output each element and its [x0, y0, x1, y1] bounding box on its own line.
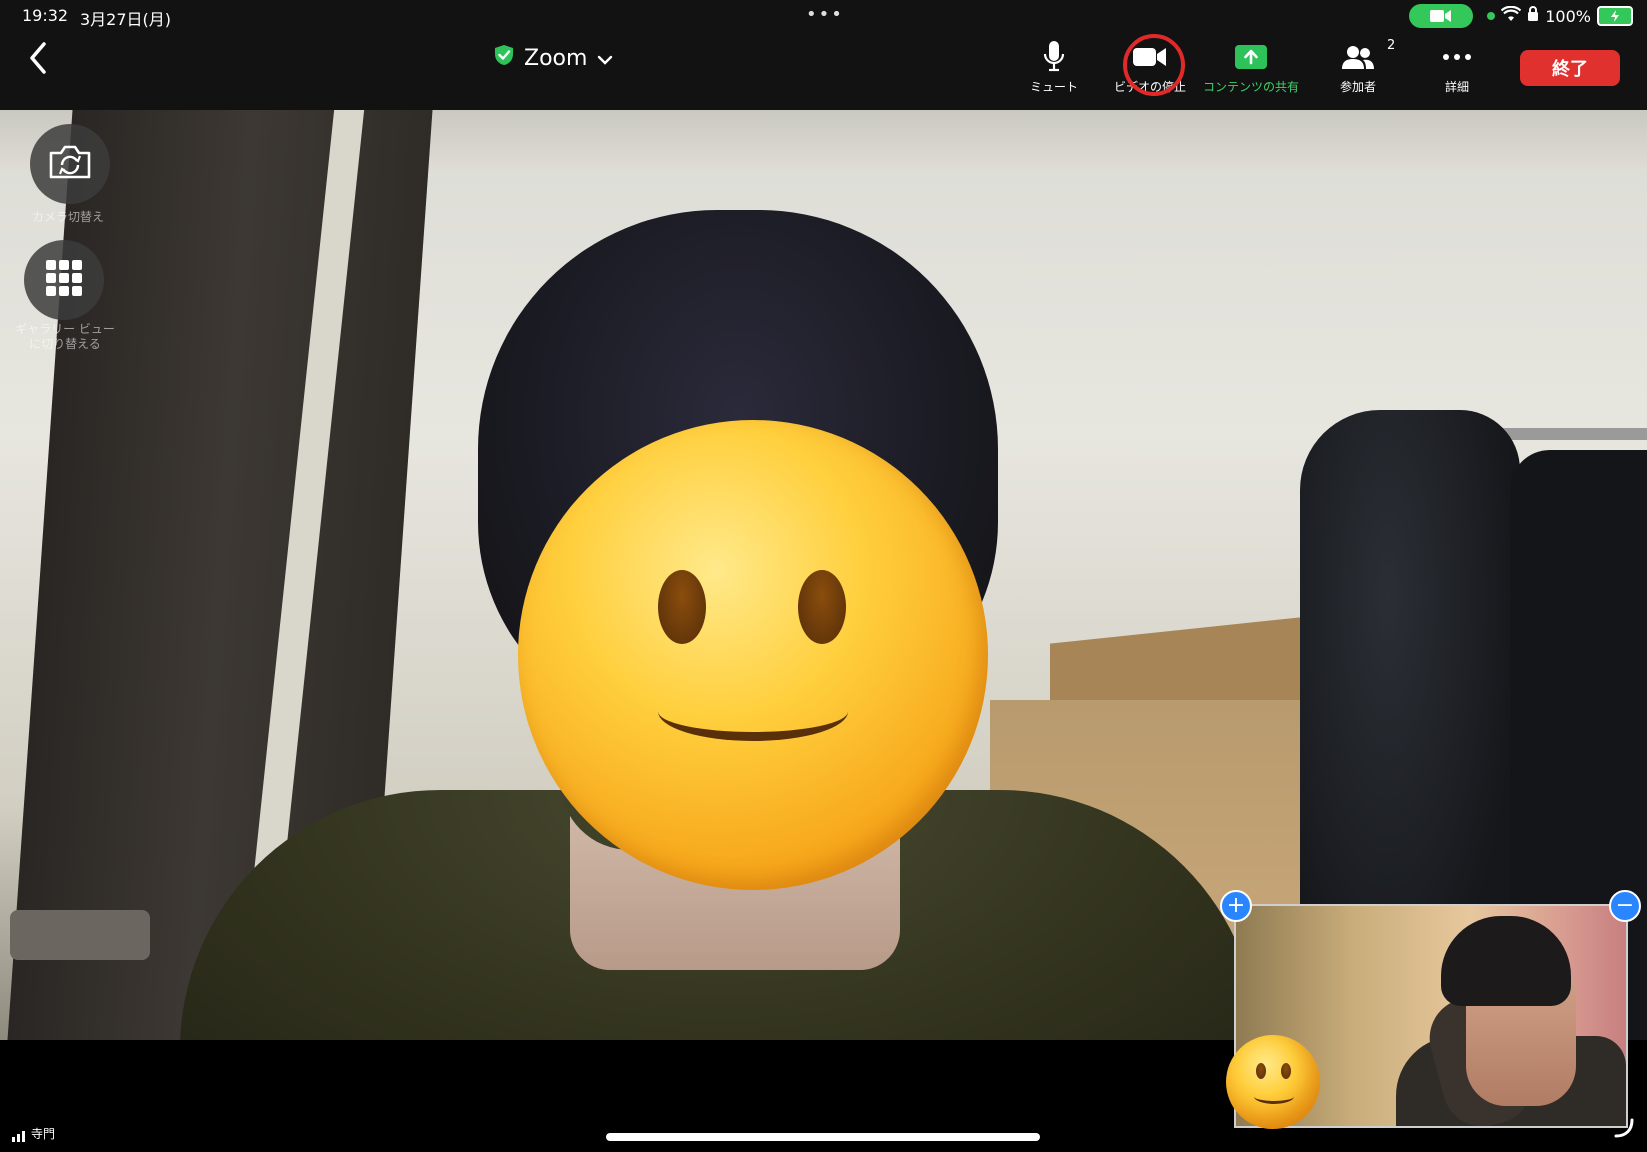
participants-label: 参加者	[1340, 80, 1377, 94]
end-meeting-button[interactable]: 終了	[1520, 50, 1620, 86]
video-camera-icon	[1123, 34, 1185, 96]
emoji-eye	[798, 570, 846, 644]
shield-check-icon	[494, 44, 514, 72]
camera-indicator-dot	[1487, 12, 1496, 20]
emoji-eye	[1256, 1063, 1266, 1079]
gallery-view-label: ギャラリー ビュー に切り替える	[15, 322, 115, 351]
smiley-face-emoji	[518, 420, 988, 890]
chevron-down-icon	[597, 46, 613, 71]
smiley-face-emoji-small	[1226, 1035, 1320, 1129]
pip-hair	[1441, 916, 1571, 1006]
meeting-title: Zoom	[524, 45, 588, 71]
share-content-button[interactable]: コンテンツの共有	[1203, 38, 1299, 95]
network-signal: 寺門	[12, 1125, 55, 1142]
camera-in-use-icon	[1409, 4, 1474, 28]
participants-count: 2	[1387, 38, 1396, 53]
more-icon	[1442, 38, 1472, 76]
camera-switch-icon	[47, 144, 93, 184]
microphone-icon	[1043, 38, 1065, 76]
self-view-person	[1396, 916, 1626, 1126]
meeting-toolbar: Zoom ミュート ビデオの停止 コンテンツの共有 2 参加者 詳細 終了	[0, 32, 1647, 110]
switch-camera-button[interactable]	[30, 124, 110, 204]
door-handle	[10, 910, 150, 960]
status-right-cluster: 100%	[1409, 4, 1633, 28]
wifi-icon	[1501, 5, 1522, 26]
grid-icon	[45, 259, 83, 301]
emoji-mouth	[1254, 1089, 1294, 1104]
mute-label: ミュート	[1030, 80, 1079, 94]
share-screen-icon	[1234, 38, 1268, 76]
switch-camera-label: カメラ切替え	[31, 210, 104, 224]
highlight-ring	[1123, 34, 1185, 96]
participants-icon: 2	[1341, 38, 1395, 76]
minimize-self-view-button[interactable]: −	[1609, 890, 1641, 922]
chevron-left-icon	[28, 42, 48, 78]
resize-corner-icon[interactable]	[1614, 1118, 1634, 1144]
signal-bar	[12, 1137, 15, 1142]
battery-icon	[1597, 6, 1633, 26]
status-bar: 19:32 3月27日(月) ••• 100%	[0, 0, 1647, 32]
status-time: 19:32	[22, 6, 69, 25]
signal-bar	[22, 1131, 25, 1142]
emoji-eye	[1281, 1063, 1291, 1079]
expand-self-view-button[interactable]: +	[1220, 890, 1252, 922]
lock-rotation-icon	[1527, 6, 1539, 26]
more-button[interactable]: 詳細	[1442, 38, 1472, 95]
emoji-eye	[658, 570, 706, 644]
battery-percent: 100%	[1545, 6, 1591, 26]
emoji-mouth	[658, 682, 848, 741]
gallery-view-button[interactable]	[24, 240, 104, 320]
share-content-label: コンテンツの共有	[1203, 80, 1300, 94]
more-label: 詳細	[1444, 80, 1469, 94]
multitask-dots[interactable]: •••	[806, 4, 844, 25]
signal-owner-label: 寺門	[31, 1127, 56, 1141]
mute-button[interactable]: ミュート	[1030, 38, 1078, 95]
status-date: 3月27日(月)	[80, 10, 172, 29]
home-indicator[interactable]	[606, 1133, 1040, 1141]
participants-button[interactable]: 2 参加者	[1340, 38, 1395, 95]
stop-video-button[interactable]: ビデオの停止	[1114, 34, 1186, 96]
signal-bar	[17, 1134, 20, 1142]
active-speaker-video: カメラ切替え ギャラリー ビュー に切り替える	[0, 110, 1647, 1040]
back-button[interactable]	[18, 40, 58, 80]
meeting-title-button[interactable]: Zoom	[494, 44, 613, 72]
